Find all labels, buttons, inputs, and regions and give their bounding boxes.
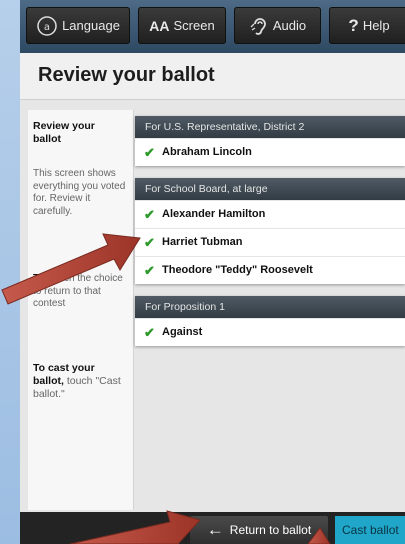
audio-label: Audio [272,18,307,33]
contest-representative[interactable]: For U.S. Representative, District 2 ✔ Ab… [135,116,405,166]
sidebar-touch-instructions: To, touch the choice to return to that c… [33,273,128,311]
audio-button[interactable]: Audio [234,7,321,44]
return-label: Return to ballot [229,523,312,537]
instructions-sidebar: Review your ballot This screen shows eve… [28,110,134,510]
contest-title: For Proposition 1 [135,296,405,318]
contest-title: For School Board, at large [135,178,405,200]
contest-title: For U.S. Representative, District 2 [135,116,405,138]
screen-button[interactable]: AA Screen [138,7,226,44]
language-label: Language [62,18,120,33]
sidebar-cast-instructions: To cast your ballot, touch "Cast ballot.… [33,362,125,401]
ear-icon [249,15,269,37]
return-to-ballot-button[interactable]: ← Return to ballot [190,516,328,544]
choice-item[interactable]: ✔ Against [135,318,405,346]
choice-item[interactable]: ✔ Alexander Hamilton [135,200,405,228]
sidebar-touch-text: , touch the choice to return to that con… [33,273,123,309]
sidebar-instructions: This screen shows everything you voted f… [33,168,126,217]
checkmark-icon: ✔ [144,235,155,250]
checkmark-icon: ✔ [144,263,155,278]
choice-item[interactable]: ✔ Harriet Tubman [135,228,405,256]
arrow-left-icon: ← [206,520,224,539]
choice-name: Alexander Hamilton [162,208,266,220]
contest-school-board[interactable]: For School Board, at large ✔ Alexander H… [135,178,405,284]
choice-name: Against [162,326,203,338]
checkmark-icon: ✔ [144,207,155,222]
toolbar: a Language AA Screen Audio ? Help [20,0,405,53]
sidebar-heading: Review your ballot [33,120,95,145]
choice-name: Theodore "Teddy" Roosevelt [162,264,313,276]
checkmark-icon: ✔ [144,325,155,340]
sidebar-touch-bold: To [33,273,45,284]
text-size-icon: AA [149,17,170,34]
screen-label: Screen [173,18,215,33]
svg-text:a: a [44,22,50,33]
question-mark-icon: ? [348,15,359,35]
cast-label: Cast ballot [342,523,399,537]
language-icon: a [36,15,58,37]
contest-proposition[interactable]: For Proposition 1 ✔ Against [135,296,405,346]
choice-name: Abraham Lincoln [162,146,252,158]
ballot-app: a Language AA Screen Audio ? Help Review… [20,0,405,544]
choice-name: Harriet Tubman [162,236,243,248]
title-bar: Review your ballot [20,53,405,100]
choice-item[interactable]: ✔ Theodore "Teddy" Roosevelt [135,256,405,284]
page-title: Review your ballot [38,64,215,86]
help-label: Help [362,18,390,33]
choice-item[interactable]: ✔ Abraham Lincoln [135,138,405,166]
help-button[interactable]: ? Help [329,7,405,44]
cast-ballot-button[interactable]: Cast ballot [335,516,405,544]
language-button[interactable]: a Language [26,7,130,44]
checkmark-icon: ✔ [144,145,155,160]
background-frame [0,0,20,544]
